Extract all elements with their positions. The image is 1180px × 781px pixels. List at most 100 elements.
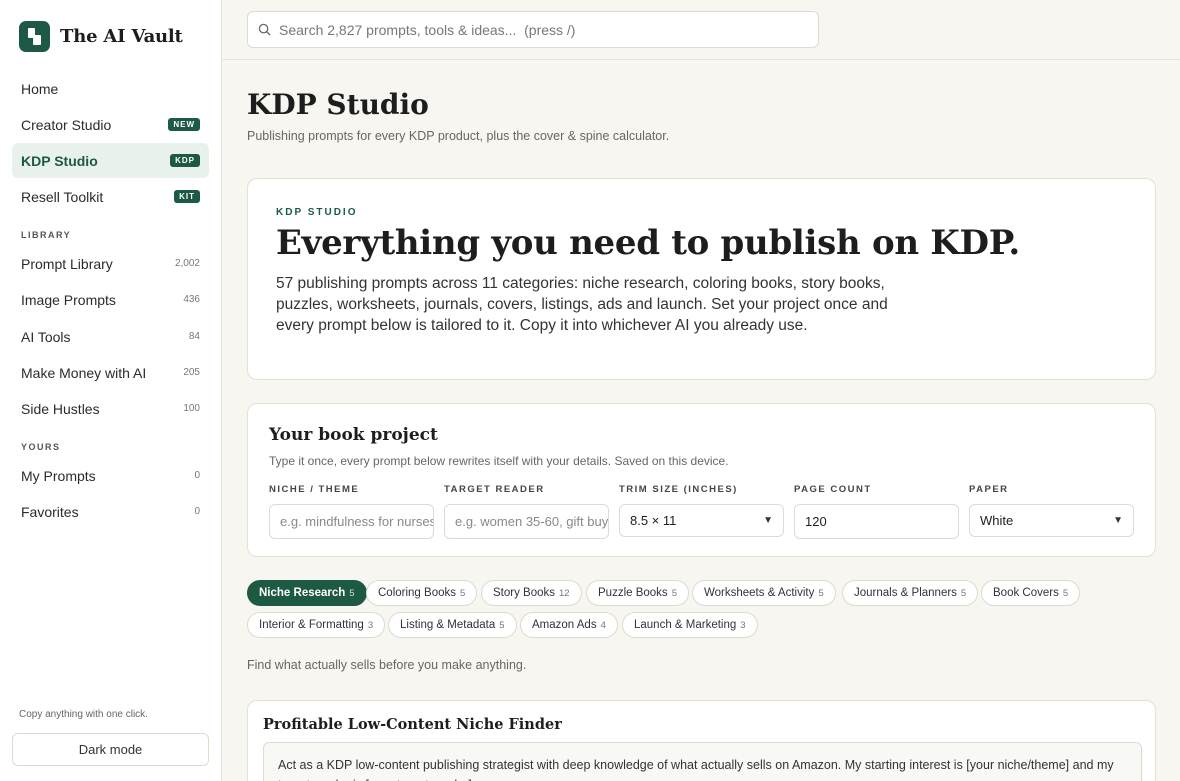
chip-count: 4 [600,619,606,631]
topbar [222,0,1180,60]
field-label: PAPER [969,484,1009,495]
chip-amazon-ads[interactable]: Amazon Ads 4 [520,612,618,638]
field-label: TRIM SIZE (INCHES) [619,484,738,495]
field-label: PAGE COUNT [794,484,872,495]
chip-count: 5 [960,587,967,599]
field-label: NICHE / THEME [269,484,360,495]
sidebar-item-count: 0 [194,470,200,481]
brand[interactable]: The AI Vault [19,21,183,52]
chip-coloring-books[interactable]: Coloring Books 5 [366,580,478,606]
new-badge: NEW [168,118,200,131]
chip-label: Worksheets & Activity [704,587,815,599]
sidebar-item-count: 84 [188,331,200,342]
sidebar-item-my-prompts[interactable]: My Prompts 0 [12,458,209,493]
search-input[interactable] [279,21,799,38]
chip-label: Story Books [493,587,555,599]
sidebar-item-label: Make Money with AI [21,364,147,381]
library-section-label: LIBRARY [21,230,72,240]
hero-title: Everything you need to publish on KDP. [276,223,1020,263]
prompt-title: Profitable Low-Content Niche Finder [263,716,562,733]
chip-label: Book Covers [993,587,1059,599]
chip-count: 5 [671,587,677,599]
niche-input[interactable]: e.g. mindfulness for nurses [269,504,434,539]
chevron-down-icon: ▼ [763,515,773,526]
sidebar-item-label: Home [21,80,59,97]
page-count-field: PAGE COUNT 120 [794,484,959,539]
sidebar-item-label: Image Prompts [21,291,116,308]
sidebar-item-ai-tools[interactable]: AI Tools 84 [12,319,209,354]
chip-count: 5 [349,587,355,599]
copy-note: Copy anything with one click. [19,709,148,720]
paper-select[interactable]: White ▼ [969,504,1134,537]
page-count-input[interactable]: 120 [794,504,959,539]
sidebar: The AI Vault Home Creator Studio NEW KDP… [0,0,222,781]
chip-niche-research[interactable]: Niche Research 5 [247,580,367,606]
page-subtitle: Publishing prompts for every KDP product… [247,129,670,143]
sidebar-item-count: 436 [183,294,200,305]
book-project-card: Your book project Type it once, every pr… [247,403,1156,557]
kdp-badge: KDP [170,154,200,167]
trim-size-select[interactable]: 8.5 × 11 ▼ [619,504,784,537]
chip-story-books[interactable]: Story Books 12 [481,580,582,606]
search-box[interactable] [247,11,819,48]
sidebar-item-favorites[interactable]: Favorites 0 [12,494,209,529]
chip-interior-formatting[interactable]: Interior & Formatting 3 [247,612,386,638]
sidebar-item-count: 2,002 [174,258,200,269]
sidebar-item-home[interactable]: Home [12,71,209,106]
yours-section-label: YOURS [21,442,61,452]
sidebar-item-count: 0 [194,506,200,517]
chip-count: 5 [459,587,466,599]
chip-journals-planners[interactable]: Journals & Planners 5 [842,580,979,606]
kit-badge: KIT [174,190,200,203]
sidebar-item-label: Prompt Library [21,255,113,272]
dark-mode-button[interactable]: Dark mode [12,733,209,766]
field-label: TARGET READER [444,484,545,495]
hero-eyebrow: KDP STUDIO [276,207,358,218]
vault-logo-icon [19,21,50,52]
chip-book-covers[interactable]: Book Covers 5 [981,580,1081,606]
sidebar-item-creator-studio[interactable]: Creator Studio NEW [12,107,209,142]
sidebar-item-prompt-library[interactable]: Prompt Library 2,002 [12,246,209,281]
paper-value: White [980,513,1014,528]
sidebar-item-side-hustles[interactable]: Side Hustles 100 [12,391,209,426]
chip-label: Amazon Ads [532,619,597,631]
sidebar-item-count: 205 [183,367,200,378]
sidebar-item-kdp-studio[interactable]: KDP Studio KDP [12,143,209,178]
sidebar-item-label: My Prompts [21,467,96,484]
chip-count: 5 [499,619,505,631]
brand-name: The AI Vault [60,26,183,47]
sidebar-item-label: Side Hustles [21,400,100,417]
chip-label: Listing & Metadata [400,619,496,631]
sidebar-item-label: Favorites [21,503,79,520]
chip-count: 12 [559,587,570,599]
paper-field: PAPER White ▼ [969,484,1134,537]
sidebar-item-image-prompts[interactable]: Image Prompts 436 [12,282,209,317]
hero-card: KDP STUDIO Everything you need to publis… [247,178,1156,380]
target-reader-field: TARGET READER e.g. women 35-60, gift buy… [444,484,609,539]
chevron-down-icon: ▼ [1113,515,1123,526]
sidebar-item-resell-toolkit[interactable]: Resell Toolkit KIT [12,179,209,214]
chip-count: 3 [367,619,374,631]
chip-launch-marketing[interactable]: Launch & Marketing 3 [622,612,758,638]
prompt-card: Profitable Low-Content Niche Finder Act … [247,700,1156,781]
project-description: Type it once, every prompt below rewrite… [269,454,729,468]
chip-worksheets-activity[interactable]: Worksheets & Activity 5 [692,580,836,606]
sidebar-item-make-money[interactable]: Make Money with AI 205 [12,355,209,390]
target-reader-input[interactable]: e.g. women 35-60, gift buyers [444,504,609,539]
sidebar-item-label: Resell Toolkit [21,188,104,205]
trim-size-field: TRIM SIZE (INCHES) 8.5 × 11 ▼ [619,484,784,537]
sidebar-item-label: KDP Studio [21,152,98,169]
chip-puzzle-books[interactable]: Puzzle Books 5 [586,580,689,606]
chip-label: Journals & Planners [854,587,957,599]
prompt-text[interactable]: Act as a KDP low-content publishing stra… [263,742,1142,781]
chip-label: Niche Research [259,587,346,599]
chip-listing-metadata[interactable]: Listing & Metadata 5 [388,612,517,638]
chip-label: Coloring Books [378,587,456,599]
chip-label: Launch & Marketing [634,619,737,631]
chip-count: 5 [818,587,824,599]
niche-field: NICHE / THEME e.g. mindfulness for nurse… [269,484,434,539]
chip-label: Interior & Formatting [259,619,364,631]
project-title: Your book project [269,425,438,445]
chip-count: 3 [740,619,746,631]
sidebar-item-count: 100 [183,403,200,414]
